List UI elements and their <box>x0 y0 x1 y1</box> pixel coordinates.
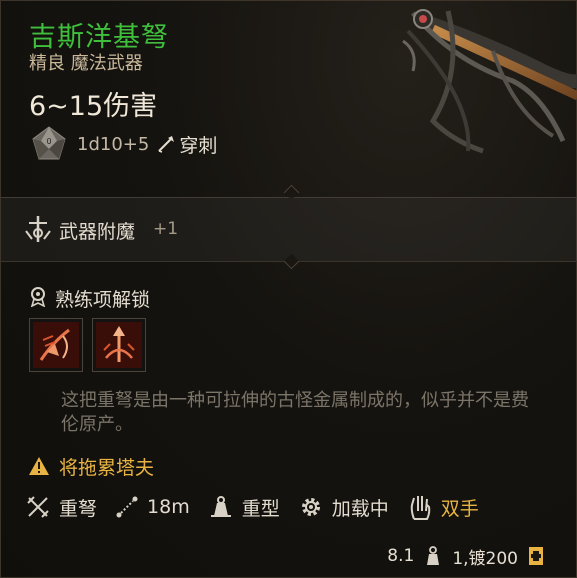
action-slot-2[interactable] <box>92 318 146 372</box>
enchantment-label: 武器附魔 <box>59 221 136 243</box>
property-crossbow: 重弩 <box>25 494 97 521</box>
item-description: 这把重弩是由一种可拉伸的古怪金属制成的，似乎并不是费伦原产。 <box>61 390 529 435</box>
property-heavy: 重型 <box>208 494 280 521</box>
svg-text:0: 0 <box>46 137 51 146</box>
enchantment-bonus: +1 <box>153 219 179 239</box>
property-label: 18m <box>147 496 190 518</box>
action-slot-1[interactable] <box>29 318 83 372</box>
weight-icon <box>427 546 440 565</box>
property-range: 18m <box>115 495 190 519</box>
weight-icon <box>210 496 231 517</box>
crossbow-icon <box>27 496 49 518</box>
item-weight: 8.1 <box>387 546 415 566</box>
property-label: 双手 <box>440 497 479 520</box>
arrow-icon <box>158 136 175 153</box>
two-hand-icon <box>410 496 430 520</box>
d10-dice-icon: 0 <box>32 126 66 160</box>
enchantment-icon <box>25 216 51 242</box>
property-label: 重弩 <box>59 497 98 520</box>
item-price: 1,镀200 <box>452 548 518 569</box>
property-label: 重型 <box>241 497 280 520</box>
warning-label: 将拖累塔夫 <box>59 457 155 479</box>
dice-roll: 1d10+5 <box>77 133 150 155</box>
item-tooltip: 吉斯洋基弩 精良 魔法武器 6~15伤害 0 1d10+5 穿刺 武器附魔 +1… <box>0 0 577 578</box>
damage-type: 穿刺 <box>179 134 218 157</box>
item-rarity-type: 精良 魔法武器 <box>29 53 143 74</box>
gold-coin-icon <box>529 547 543 565</box>
range-icon <box>116 496 138 518</box>
property-two-handed: 双手 <box>407 493 479 521</box>
proficiency-label: 熟练项解锁 <box>55 289 151 311</box>
crossbow-image <box>402 9 577 154</box>
weapon-properties: 重弩 18m 重型 加载中 双手 <box>25 489 497 525</box>
item-footer: 8.1 1,镀200 <box>387 543 546 569</box>
damage-roll-row: 0 1d10+5 穿刺 <box>29 125 217 163</box>
strike-action-icon <box>33 322 79 368</box>
proficiency-icon <box>30 287 46 307</box>
property-label: 加载中 <box>331 497 389 520</box>
item-damage: 6~15伤害 <box>29 91 158 122</box>
warning-icon <box>29 457 49 475</box>
volley-action-icon <box>96 322 142 368</box>
gear-icon <box>301 498 320 516</box>
property-loading: 加载中 <box>298 494 389 521</box>
